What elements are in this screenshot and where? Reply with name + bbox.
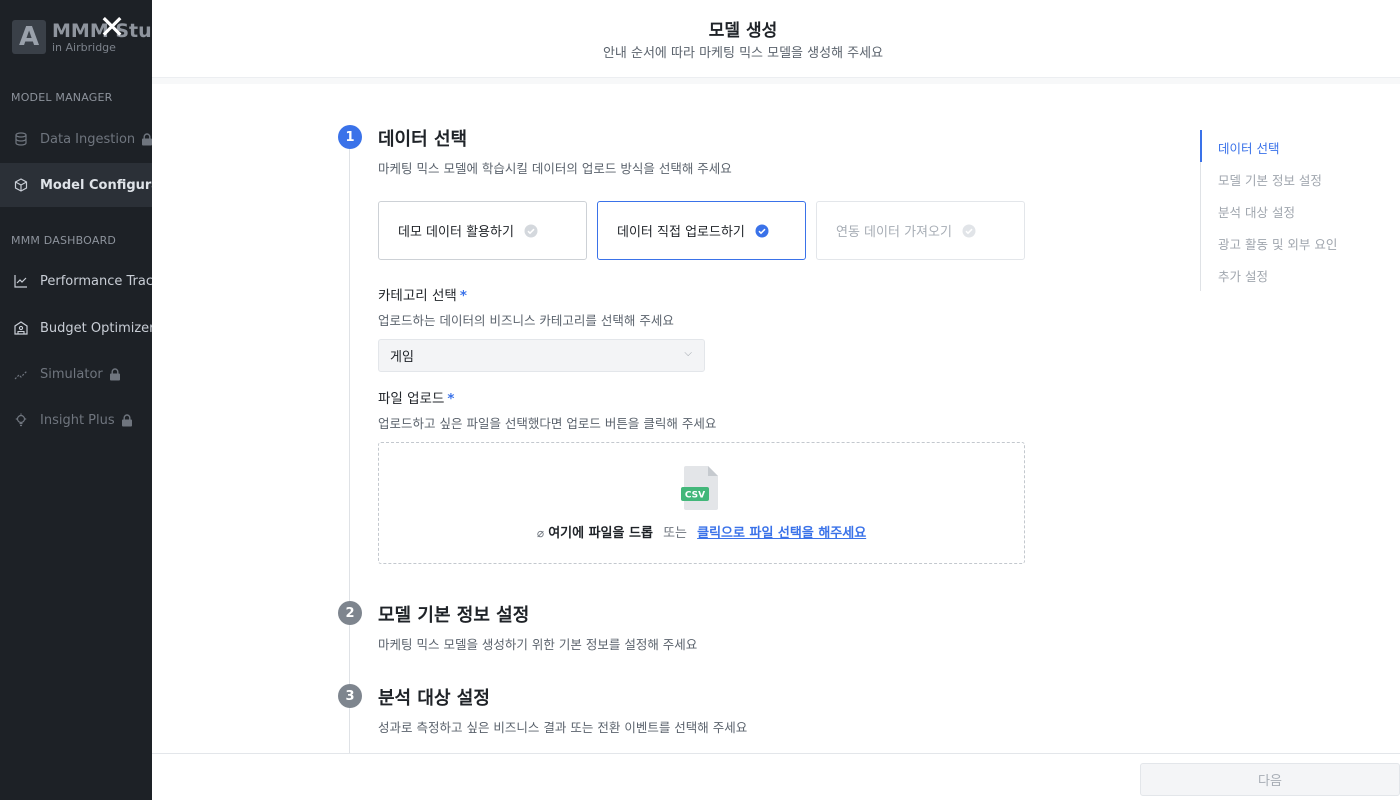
category-select[interactable]: 게임 ⌵ <box>378 339 705 372</box>
paperclip-icon: ⌀ <box>536 526 545 540</box>
stepnav-ads-external-factors[interactable]: 광고 활동 및 외부 요인 <box>1218 234 1337 253</box>
or-text: 또는 <box>663 526 687 541</box>
modal-header: 모델 생성 안내 순서에 따라 마케팅 믹스 모델을 생성해 주세요 <box>152 0 1400 78</box>
database-icon <box>13 131 29 147</box>
lock-icon <box>109 367 121 381</box>
csv-badge-text: CSV <box>685 491 705 501</box>
chart-line-icon <box>13 273 29 289</box>
modal-subtitle: 안내 순서에 따라 마케팅 믹스 모델을 생성해 주세요 <box>602 46 884 61</box>
step-3-badge: 3 <box>338 684 362 708</box>
lightbulb-icon <box>13 412 29 428</box>
option-direct-upload[interactable]: 데이터 직접 업로드하기 <box>597 201 806 260</box>
lock-icon <box>121 413 133 427</box>
sidebar-item-label: Insight Plus <box>40 412 115 428</box>
step-1-title: 데이터 선택 <box>378 129 468 150</box>
category-description: 업로드하는 데이터의 비즈니스 카테고리를 선택해 주세요 <box>378 313 674 328</box>
chevron-down-icon: ⌵ <box>684 348 692 359</box>
drop-text: 여기에 파일을 드롭 <box>548 526 653 541</box>
drop-instructions: ⌀ 여기에 파일을 드롭 또는 클릭으로 파일 선택을 해주세요 <box>379 522 1024 541</box>
step-1-description: 마케팅 믹스 모델에 학습시킬 데이터의 업로드 방식을 선택해 주세요 <box>378 161 732 176</box>
stepnav-analysis-target[interactable]: 분석 대상 설정 <box>1218 202 1295 221</box>
option-label: 연동 데이터 가져오기 <box>836 225 952 240</box>
trend-icon <box>13 366 29 382</box>
step-2-title: 모델 기본 정보 설정 <box>378 605 530 626</box>
step-2-badge: 2 <box>338 601 362 625</box>
create-model-modal: 모델 생성 안내 순서에 따라 마케팅 믹스 모델을 생성해 주세요 1 데이터… <box>152 0 1400 800</box>
cube-icon <box>13 177 29 193</box>
stepnav-additional-settings[interactable]: 추가 설정 <box>1218 266 1268 285</box>
category-label: 카테고리 선택 * <box>378 288 467 304</box>
option-label: 데모 데이터 활용하기 <box>398 225 514 240</box>
file-dropzone[interactable]: CSV ⌀ 여기에 파일을 드롭 또는 클릭으로 파일 선택을 해주세요 <box>378 442 1025 564</box>
check-circle-icon <box>524 224 538 238</box>
sidebar-item-label: Simulator <box>40 366 103 382</box>
step-3-title: 분석 대상 설정 <box>378 688 490 709</box>
option-demo-data[interactable]: 데모 데이터 활용하기 <box>378 201 587 260</box>
modal-title: 모델 생성 <box>708 21 778 41</box>
required-mark: * <box>459 288 467 304</box>
step-navigation: 데이터 선택 모델 기본 정보 설정 분석 대상 설정 광고 활동 및 외부 요… <box>1200 130 1390 291</box>
step-3-description: 성과로 측정하고 싶은 비즈니스 결과 또는 전환 이벤트를 선택해 주세요 <box>378 720 748 735</box>
check-circle-icon <box>755 224 769 238</box>
step-2-description: 마케팅 믹스 모델을 생성하기 위한 기본 정보를 설정해 주세요 <box>378 637 698 652</box>
stepnav-data-selection[interactable]: 데이터 선택 <box>1218 138 1279 157</box>
sidebar-item-label: Budget Optimizer <box>40 320 155 336</box>
option-linked-data: 연동 데이터 가져오기 <box>816 201 1025 260</box>
modal-footer: 다음 <box>152 753 1400 800</box>
check-circle-icon <box>962 224 976 238</box>
option-label: 데이터 직접 업로드하기 <box>617 225 745 240</box>
logo-mark: A <box>12 20 46 54</box>
category-select-value: 게임 <box>390 350 414 365</box>
stepnav-model-basic-info[interactable]: 모델 기본 정보 설정 <box>1218 170 1322 189</box>
file-upload-label: 파일 업로드 * <box>378 391 455 407</box>
select-file-link[interactable]: 클릭으로 파일 선택을 해주세요 <box>697 526 866 541</box>
required-mark: * <box>447 391 455 407</box>
file-upload-description: 업로드하고 싶은 파일을 선택했다면 업로드 버튼을 클릭해 주세요 <box>378 416 717 431</box>
next-button[interactable]: 다음 <box>1140 763 1400 796</box>
section-model-manager: MODEL MANAGER <box>11 91 113 104</box>
sidebar-item-label: Data Ingestion <box>40 131 136 147</box>
section-mmm-dashboard: MMM DASHBOARD <box>11 234 117 247</box>
bank-icon <box>13 320 29 336</box>
active-step-indicator <box>1200 130 1202 162</box>
csv-file-icon: CSV <box>681 465 723 515</box>
step-timeline <box>349 148 350 753</box>
step-1-badge: 1 <box>338 125 362 149</box>
